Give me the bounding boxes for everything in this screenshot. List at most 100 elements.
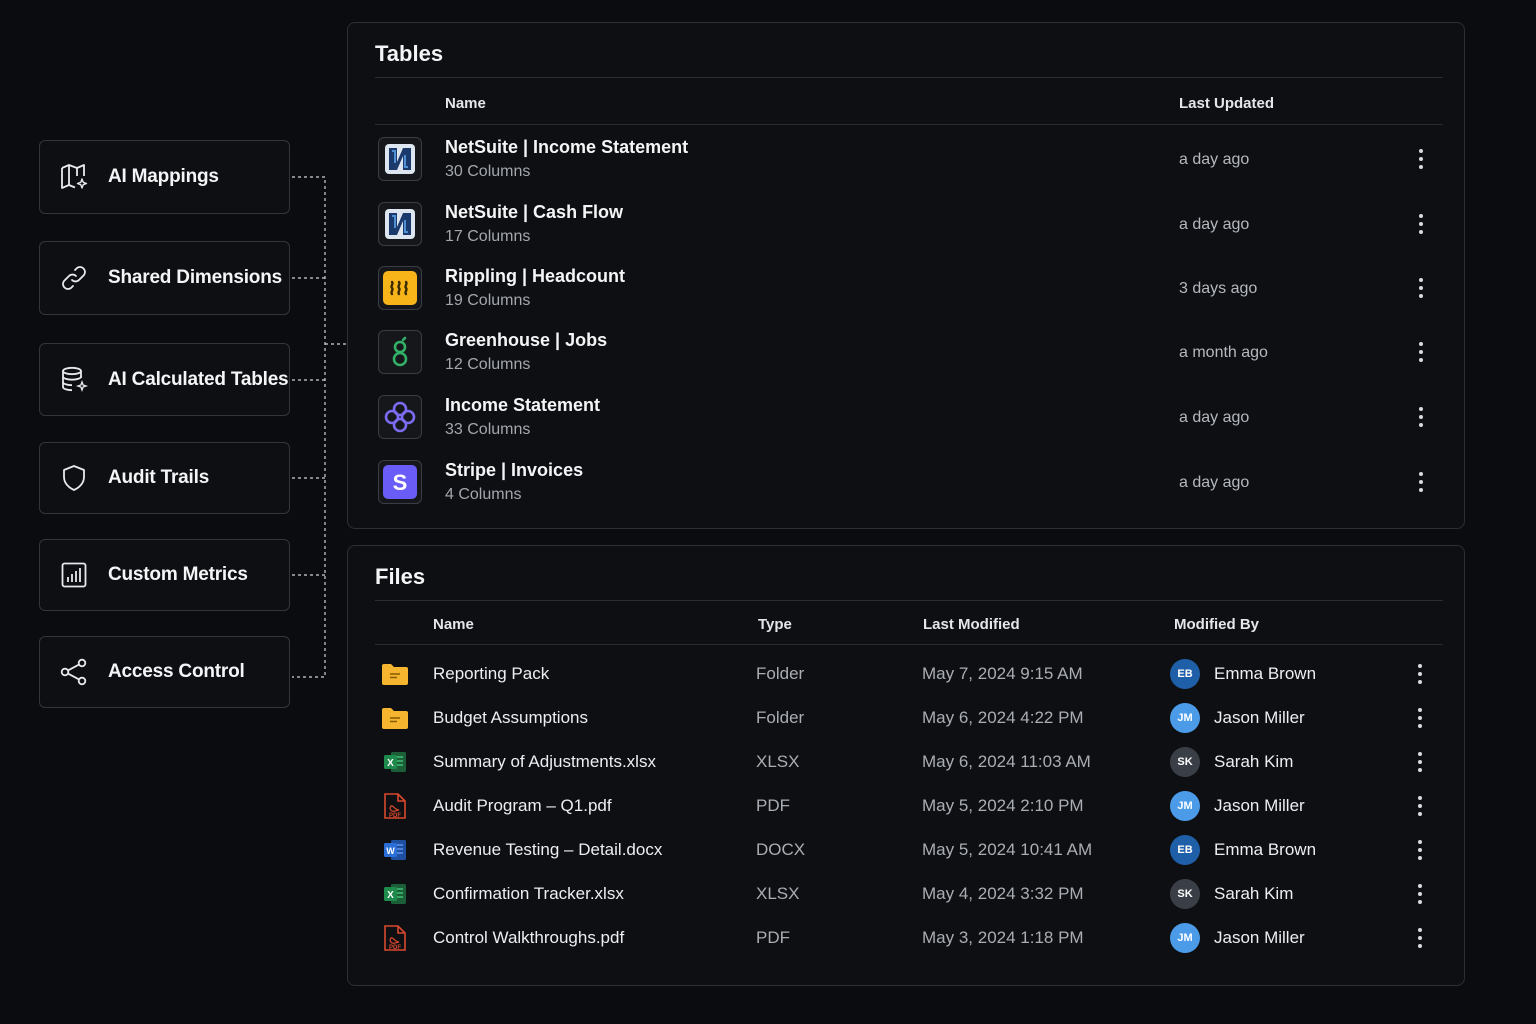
files-panel: Files Name Type Last Modified Modified B… [347, 545, 1465, 986]
file-last-modified: May 5, 2024 10:41 AM [922, 840, 1093, 859]
file-row[interactable]: W Revenue Testing – Detail.docx DOCX May… [376, 830, 1443, 870]
more-options-icon[interactable] [1410, 882, 1430, 906]
bar-chart-icon [58, 559, 90, 591]
more-options-icon[interactable] [1410, 706, 1430, 730]
table-row[interactable]: Greenhouse | Jobs 12 Columns a month ago [376, 325, 1443, 385]
file-row[interactable]: Budget Assumptions Folder May 6, 2024 4:… [376, 698, 1443, 738]
pdf-file-icon: PDF [381, 924, 409, 952]
folder-icon [381, 660, 409, 688]
file-modified-by: Sarah Kim [1214, 752, 1294, 771]
file-last-modified: May 6, 2024 4:22 PM [922, 708, 1084, 727]
file-last-modified: May 5, 2024 2:10 PM [922, 796, 1084, 815]
avatar: JM [1170, 923, 1200, 953]
file-row[interactable]: X Summary of Adjustments.xlsx XLSX May 6… [376, 742, 1443, 782]
more-options-icon[interactable] [1410, 750, 1430, 774]
avatar: EB [1170, 835, 1200, 865]
table-row[interactable]: NetSuite | Cash Flow 17 Columns a day ag… [376, 197, 1443, 257]
avatar: SK [1170, 879, 1200, 909]
feature-label: AI Calculated Tables [108, 368, 289, 390]
avatar: SK [1170, 747, 1200, 777]
svg-text:W: W [386, 846, 395, 856]
table-name: Income Statement [445, 395, 601, 415]
feature-audit-trails[interactable]: Audit Trails [39, 442, 290, 514]
divider [375, 600, 1443, 601]
column-header-modified-by[interactable]: Modified By [1174, 616, 1259, 633]
more-options-icon[interactable] [1410, 662, 1430, 686]
feature-access-control[interactable]: Access Control [39, 636, 290, 708]
more-options-icon[interactable] [1411, 405, 1431, 429]
table-column-count: 19 Columns [445, 292, 531, 309]
more-options-icon[interactable] [1411, 147, 1431, 171]
file-row[interactable]: Reporting Pack Folder May 7, 2024 9:15 A… [376, 654, 1443, 694]
column-header-name[interactable]: Name [445, 95, 486, 112]
table-name: Stripe | Invoices [445, 460, 584, 480]
feature-ai-mappings[interactable]: AI Mappings [39, 140, 290, 214]
column-header-name[interactable]: Name [433, 616, 474, 633]
file-type: Folder [756, 708, 805, 727]
map-sparkle-icon [58, 161, 90, 193]
file-name: Budget Assumptions [433, 708, 588, 727]
table-row[interactable]: Rippling | Headcount 19 Columns 3 days a… [376, 261, 1443, 321]
more-options-icon[interactable] [1411, 340, 1431, 364]
table-row[interactable]: Income Statement 33 Columns a day ago [376, 390, 1443, 450]
table-name: NetSuite | Income Statement [445, 137, 689, 157]
feature-label: Audit Trails [108, 467, 210, 488]
file-last-modified: May 6, 2024 11:03 AM [922, 752, 1091, 771]
feature-label: Shared Dimensions [108, 267, 282, 288]
stripe-logo-icon: S [378, 460, 422, 504]
table-column-count: 33 Columns [445, 421, 531, 438]
table-column-count: 12 Columns [445, 356, 531, 373]
feature-label: AI Mappings [108, 166, 219, 187]
table-row[interactable]: NetSuite | Income Statement 30 Columns a… [376, 132, 1443, 192]
file-type: DOCX [756, 840, 806, 859]
table-last-updated: a day ago [1179, 474, 1250, 491]
column-header-last-updated[interactable]: Last Updated [1179, 95, 1274, 112]
database-sparkle-icon [58, 364, 90, 396]
file-row[interactable]: PDF Audit Program – Q1.pdf PDF May 5, 20… [376, 786, 1443, 826]
link-icon [58, 262, 90, 294]
tables-panel: Tables Name Last Updated NetSuite | Inco… [347, 22, 1465, 529]
feature-ai-calculated-tables[interactable]: AI Calculated Tables [39, 343, 290, 416]
greenhouse-logo-icon [378, 330, 422, 374]
more-options-icon[interactable] [1410, 838, 1430, 862]
table-column-count: 17 Columns [445, 228, 531, 245]
feature-shared-dimensions[interactable]: Shared Dimensions [39, 241, 290, 315]
more-options-icon[interactable] [1411, 470, 1431, 494]
netsuite-logo-icon [378, 202, 422, 246]
file-type: PDF [756, 928, 790, 947]
table-name: Rippling | Headcount [445, 266, 626, 286]
files-title: Files [375, 564, 426, 589]
avatar: JM [1170, 791, 1200, 821]
netsuite-logo-icon [378, 137, 422, 181]
table-last-updated: 3 days ago [1179, 280, 1258, 297]
ai-calculated-table-logo-icon [378, 395, 422, 439]
file-modified-by: Emma Brown [1214, 664, 1317, 683]
excel-file-icon: X [381, 748, 409, 776]
more-options-icon[interactable] [1410, 794, 1430, 818]
file-type: Folder [756, 664, 805, 683]
more-options-icon[interactable] [1411, 212, 1431, 236]
pdf-file-icon: PDF [381, 792, 409, 820]
column-header-type[interactable]: Type [758, 616, 792, 633]
table-column-count: 30 Columns [445, 163, 531, 180]
file-row[interactable]: X Confirmation Tracker.xlsx XLSX May 4, … [376, 874, 1443, 914]
feature-custom-metrics[interactable]: Custom Metrics [39, 539, 290, 611]
file-name: Revenue Testing – Detail.docx [433, 840, 663, 859]
svg-text:X: X [387, 758, 394, 769]
stripe-logo-letter: S [393, 470, 408, 495]
divider [375, 644, 1443, 645]
file-modified-by: Jason Miller [1214, 928, 1305, 947]
folder-icon [381, 704, 409, 732]
table-last-updated: a day ago [1179, 151, 1250, 168]
more-options-icon[interactable] [1410, 926, 1430, 950]
column-header-last-modified[interactable]: Last Modified [923, 616, 1020, 633]
table-row[interactable]: S Stripe | Invoices 4 Columns a day ago [376, 455, 1443, 515]
svg-text:X: X [387, 890, 394, 901]
word-file-icon: W [381, 836, 409, 864]
share-nodes-icon [58, 656, 90, 688]
feature-label: Custom Metrics [108, 564, 248, 585]
table-column-count: 4 Columns [445, 486, 522, 503]
file-row[interactable]: PDF Control Walkthroughs.pdf PDF May 3, … [376, 918, 1443, 958]
feature-label: Access Control [108, 661, 245, 682]
more-options-icon[interactable] [1411, 276, 1431, 300]
